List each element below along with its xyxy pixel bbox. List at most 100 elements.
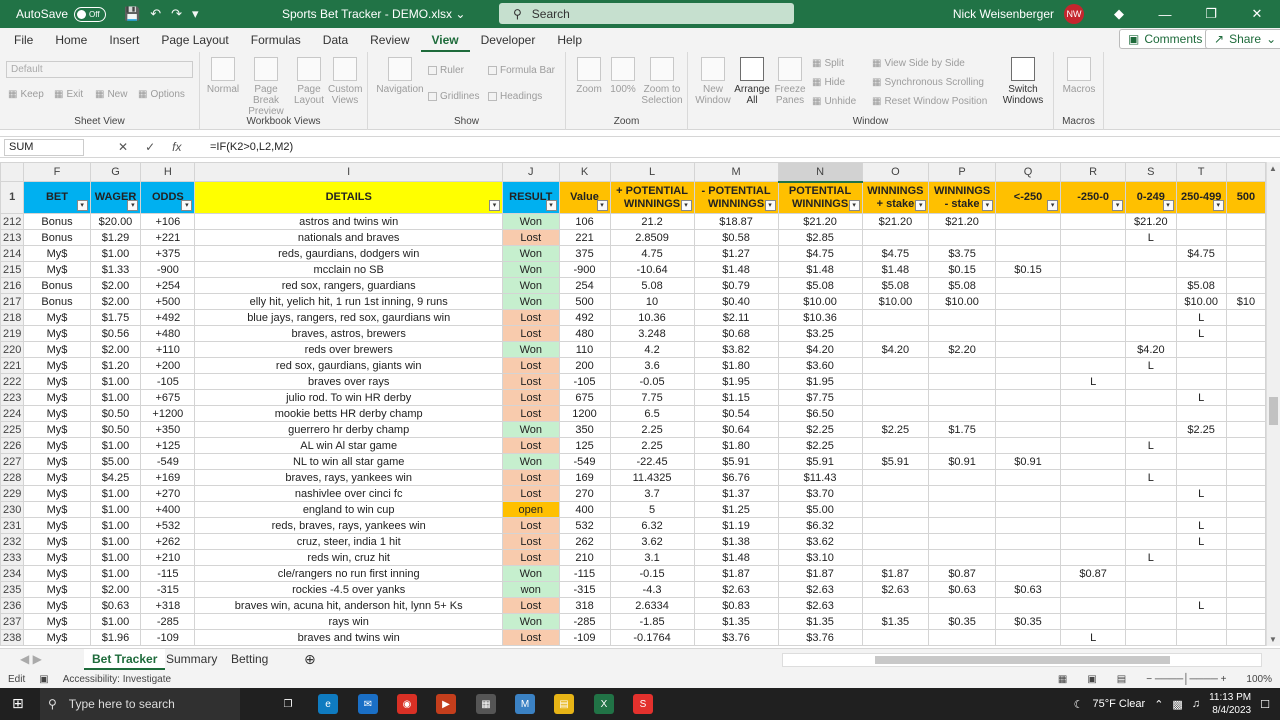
save-icon[interactable]: 💾: [124, 6, 140, 22]
cell[interactable]: +270: [140, 485, 196, 502]
cell[interactable]: $0.54: [693, 405, 779, 422]
search-box[interactable]: ⚲ Search: [499, 3, 794, 24]
cell[interactable]: 210: [558, 549, 611, 566]
cell[interactable]: Lost: [502, 629, 560, 646]
cell[interactable]: $6.76: [693, 469, 779, 486]
cell[interactable]: Won: [502, 613, 560, 630]
cell[interactable]: +125: [140, 437, 196, 454]
options-button[interactable]: ▦ Options: [138, 89, 185, 100]
freeze-panes-button[interactable]: Freeze Panes: [772, 57, 808, 106]
cell[interactable]: 375: [558, 245, 611, 262]
cell[interactable]: $1.27: [693, 245, 779, 262]
windows-start-icon[interactable]: ⊞: [12, 695, 24, 712]
cell[interactable]: Lost: [502, 229, 560, 246]
cell[interactable]: [928, 549, 996, 566]
cell[interactable]: $5.08: [1175, 277, 1227, 294]
cell[interactable]: $2.25: [777, 437, 863, 454]
undo-icon[interactable]: ↶: [150, 6, 161, 22]
cell[interactable]: [861, 389, 930, 406]
cell[interactable]: +110: [140, 341, 196, 358]
row-header[interactable]: 237: [0, 613, 25, 630]
cell[interactable]: [1060, 261, 1127, 278]
cell[interactable]: 3.248: [609, 325, 695, 342]
cell[interactable]: 400: [558, 501, 611, 518]
filter-dropdown-icon[interactable]: ▾: [1047, 200, 1059, 211]
cell[interactable]: [1225, 245, 1266, 262]
cell[interactable]: Lost: [502, 597, 560, 614]
cell[interactable]: reds win, cruz hit: [194, 549, 504, 566]
cell[interactable]: +375: [140, 245, 196, 262]
cell[interactable]: $11.43: [777, 469, 863, 486]
unhide-button[interactable]: ▦ Unhide: [812, 96, 856, 107]
cell[interactable]: $7.75: [777, 389, 863, 406]
cell[interactable]: Bonus: [23, 293, 91, 310]
cell[interactable]: [928, 597, 996, 614]
cell[interactable]: My$: [23, 581, 91, 598]
cell[interactable]: 3.62: [609, 533, 695, 550]
cell[interactable]: $2.11: [693, 309, 779, 326]
filter-dropdown-icon[interactable]: ▾: [1112, 200, 1124, 211]
cell[interactable]: [1225, 533, 1266, 550]
row-header[interactable]: 238: [0, 629, 25, 646]
cell[interactable]: $3.76: [693, 629, 779, 646]
cell[interactable]: -315: [558, 581, 611, 598]
cell[interactable]: AL win Al star game: [194, 437, 504, 454]
cell[interactable]: $2.00: [89, 341, 142, 358]
cell[interactable]: L: [1175, 517, 1227, 534]
cell[interactable]: [994, 341, 1062, 358]
cancel-icon[interactable]: ✕: [118, 140, 128, 154]
cell[interactable]: 3.1: [609, 549, 695, 566]
scroll-down-icon[interactable]: ▼: [1269, 635, 1277, 644]
cell[interactable]: 106: [558, 213, 611, 230]
cell[interactable]: [1225, 341, 1266, 358]
cell[interactable]: [861, 501, 930, 518]
horizontal-scrollbar[interactable]: [782, 653, 1262, 667]
cell[interactable]: 2.8509: [609, 229, 695, 246]
cell[interactable]: 2.6334: [609, 597, 695, 614]
cell[interactable]: -115: [140, 565, 196, 582]
cell[interactable]: $21.20: [777, 213, 863, 230]
row-header[interactable]: 229: [0, 485, 25, 502]
cell[interactable]: $4.20: [1125, 341, 1177, 358]
table-header-cell[interactable]: + POTENTIAL WINNINGS ▾: [609, 181, 695, 214]
mail-icon[interactable]: ✉: [358, 694, 378, 714]
cell[interactable]: [1225, 229, 1266, 246]
cell[interactable]: 480: [558, 325, 611, 342]
cell[interactable]: -0.05: [609, 373, 695, 390]
cell[interactable]: 7.75: [609, 389, 695, 406]
cell[interactable]: [861, 357, 930, 374]
cell[interactable]: $3.76: [777, 629, 863, 646]
cell[interactable]: [861, 485, 930, 502]
cell[interactable]: $0.87: [928, 565, 996, 582]
scroll-up-icon[interactable]: ▲: [1269, 164, 1277, 173]
cell[interactable]: [861, 549, 930, 566]
row-header[interactable]: 234: [0, 565, 25, 582]
cell[interactable]: $10.00: [861, 293, 930, 310]
cell[interactable]: [1175, 373, 1227, 390]
cell[interactable]: +350: [140, 421, 196, 438]
cell[interactable]: [994, 629, 1062, 646]
store-icon[interactable]: ▦: [476, 694, 496, 714]
cell[interactable]: 262: [558, 533, 611, 550]
chrome-icon[interactable]: ◉: [397, 694, 417, 714]
cell[interactable]: [1225, 389, 1266, 406]
cell[interactable]: $2.25: [861, 421, 930, 438]
cell[interactable]: $10.00: [1175, 293, 1227, 310]
cell[interactable]: $2.63: [861, 581, 930, 598]
cell[interactable]: [928, 517, 996, 534]
cell[interactable]: L: [1125, 437, 1177, 454]
cell[interactable]: braves over rays: [194, 373, 504, 390]
cell[interactable]: open: [502, 501, 560, 518]
cell[interactable]: +221: [140, 229, 196, 246]
cell[interactable]: My$: [23, 629, 91, 646]
cell[interactable]: [1175, 341, 1227, 358]
filter-dropdown-icon[interactable]: ▾: [76, 200, 88, 211]
cell[interactable]: 4.2: [609, 341, 695, 358]
cell[interactable]: $5.08: [861, 277, 930, 294]
cell[interactable]: $1.29: [89, 229, 142, 246]
table-header-cell[interactable]: <-250 ▾: [994, 181, 1062, 214]
column-header[interactable]: [1225, 162, 1266, 182]
cell[interactable]: $1.00: [89, 437, 142, 454]
new-view-button[interactable]: ▦ New: [95, 89, 127, 100]
cell[interactable]: -105: [558, 373, 611, 390]
